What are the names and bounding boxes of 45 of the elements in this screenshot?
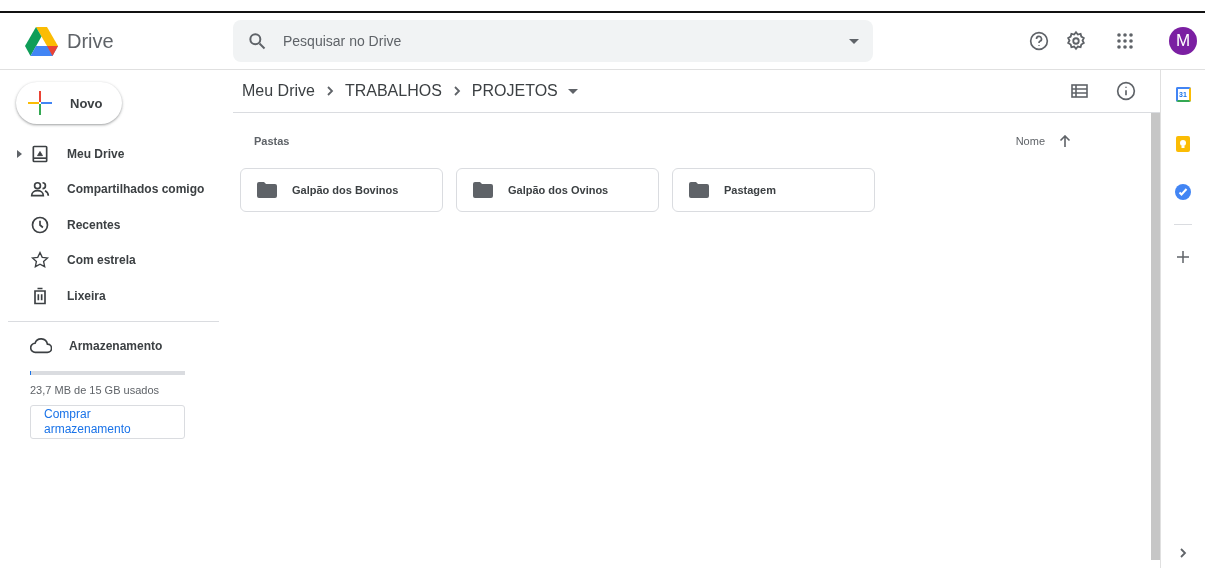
caret-icon[interactable] xyxy=(567,88,578,94)
plus-icon xyxy=(28,91,52,115)
breadcrumb-item[interactable]: Meu Drive xyxy=(242,82,315,100)
sidebar-item[interactable]: Meu Drive xyxy=(0,136,210,172)
drive-icon xyxy=(30,143,50,164)
expand-icon[interactable] xyxy=(17,150,22,158)
tasks-icon[interactable] xyxy=(1175,184,1191,200)
sidebar-item[interactable]: Lixeira xyxy=(0,278,210,314)
help-button[interactable] xyxy=(1029,31,1049,51)
app-name: Drive xyxy=(67,29,114,53)
dropdown-icon[interactable] xyxy=(849,38,859,44)
folder-icon xyxy=(473,182,493,198)
breadcrumb-item[interactable]: TRABALHOS xyxy=(344,82,442,100)
sort-label[interactable]: Nome xyxy=(1015,135,1045,147)
settings-button[interactable] xyxy=(1065,30,1087,52)
people-icon xyxy=(30,179,50,200)
folder-card[interactable]: Galpão dos Ovinos xyxy=(456,168,659,212)
apps-button[interactable] xyxy=(1117,33,1133,49)
storage-label: Armazenamento xyxy=(69,338,163,353)
scrollbar[interactable] xyxy=(1151,113,1160,560)
folder-icon xyxy=(689,182,709,198)
folder-card[interactable]: Pastagem xyxy=(672,168,875,212)
list-view-button[interactable] xyxy=(1071,84,1088,98)
drive-logo-icon xyxy=(25,26,58,56)
cloud-icon xyxy=(30,337,52,354)
buy-storage-button[interactable]: Comprar armazenamento xyxy=(30,404,185,439)
search-icon[interactable] xyxy=(247,31,267,51)
new-button[interactable]: Novo xyxy=(16,82,122,124)
sidebar-item[interactable]: Compartilhados comigo xyxy=(0,171,210,207)
arrow-up-icon[interactable] xyxy=(1059,135,1071,147)
info-button[interactable] xyxy=(1116,81,1136,101)
storage-usage: 23,7 MB de 15 GB usados xyxy=(30,383,161,396)
star-icon xyxy=(30,250,50,271)
sidebar-item[interactable]: Com estrela xyxy=(0,242,210,278)
section-title: Pastas xyxy=(254,135,290,147)
chevron-right-icon[interactable] xyxy=(1179,548,1187,558)
plus-icon[interactable] xyxy=(1177,251,1189,263)
folder-card[interactable]: Galpão dos Bovinos xyxy=(240,168,443,212)
folder-icon xyxy=(257,182,277,198)
avatar[interactable]: M xyxy=(1169,27,1197,55)
search-field[interactable]: Pesquisar no Drive xyxy=(233,20,873,62)
search-input[interactable]: Pesquisar no Drive xyxy=(281,32,835,50)
breadcrumb-item[interactable]: PROJETOS xyxy=(471,82,578,100)
sidebar-item[interactable]: Recentes xyxy=(0,207,210,243)
clock-icon xyxy=(30,214,50,235)
